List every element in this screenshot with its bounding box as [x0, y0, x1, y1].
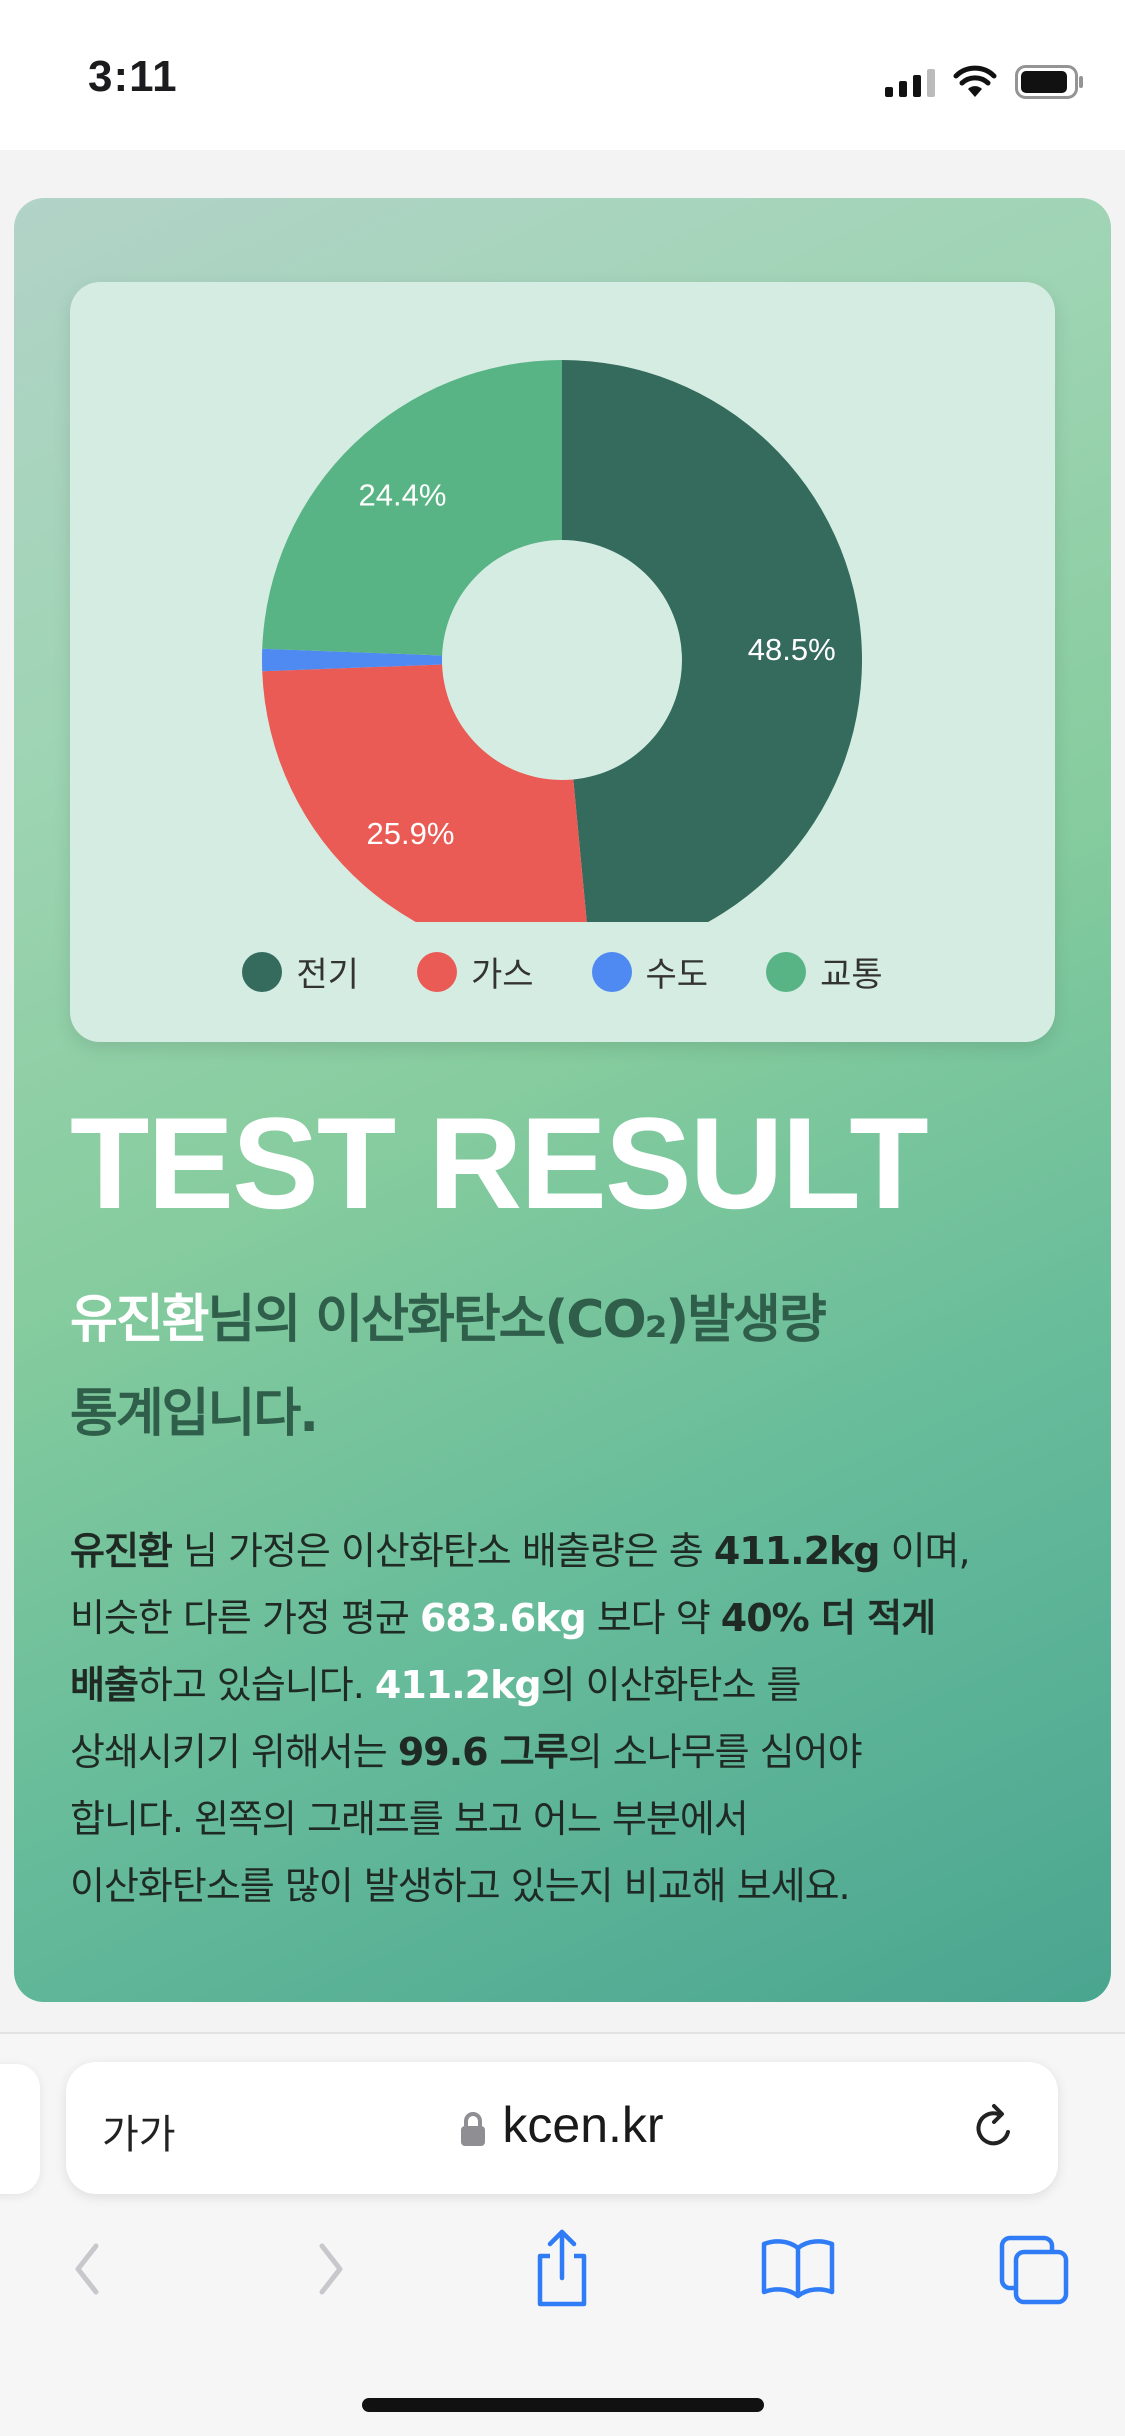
desc-text: 이산화탄소를 많이 발생하고 있는지 비교해 보세요. — [70, 1864, 851, 1908]
page-content: 48.5% 25.9% 24.4% 전기 가스 수도 교통 TEST RESULT 유진환… — [0, 150, 1125, 2032]
cellular-signal-icon — [885, 67, 935, 97]
desc-text: 의 이산화탄소 를 — [540, 1663, 802, 1707]
result-subtitle: 유진환님의 이산화탄소(CO₂)발생량 통계입니다. — [70, 1273, 1070, 1461]
desc-average: 683.6kg — [419, 1596, 587, 1640]
status-time: 3:11 — [88, 52, 178, 101]
slice-label-1: 48.5% — [748, 632, 836, 667]
legend-swatch — [242, 951, 283, 992]
status-bar: 3:11 — [0, 0, 1125, 150]
previous-tab-preview[interactable] — [0, 2064, 40, 2194]
chart-legend: 전기 가스 수도 교통 — [70, 947, 1055, 996]
share-icon[interactable] — [530, 2226, 594, 2310]
desc-emit: 배출 — [70, 1663, 139, 1707]
chart-panel: 48.5% 25.9% 24.4% 전기 가스 수도 교통 — [70, 282, 1055, 1042]
legend-swatch — [416, 951, 457, 992]
desc-text: 이며, — [879, 1529, 971, 1573]
desc-text: 합니다. 왼쪽의 그래프를 보고 어느 부분에서 — [70, 1797, 749, 1841]
user-name: 유진환 — [70, 1290, 210, 1350]
legend-item-4[interactable]: 교통 — [766, 947, 883, 996]
slice-label-2: 25.9% — [366, 816, 454, 851]
result-description: 유진환 님 가정은 이산화탄소 배출량은 총 411.2kg 이며, 비슷한 다… — [70, 1518, 1080, 1920]
legend-label: 교통 — [820, 955, 883, 995]
legend-item-1[interactable]: 전기 — [242, 947, 359, 996]
desc-name: 유진환 — [70, 1529, 173, 1573]
book-icon[interactable] — [760, 2234, 836, 2300]
desc-text: 비슷한 다른 가정 평균 — [70, 1596, 420, 1640]
desc-text: 보다 약 — [585, 1596, 721, 1640]
desc-text: 의 소나무를 심어야 — [567, 1730, 863, 1774]
result-title: TEST RESULT — [70, 1090, 929, 1236]
legend-label: 수도 — [645, 955, 709, 995]
desc-trees: 99.6 그루 — [397, 1730, 569, 1774]
lock-icon — [461, 2111, 486, 2146]
tabs-icon[interactable] — [998, 2234, 1070, 2306]
browser-toolbar — [0, 2229, 1125, 2354]
reload-icon[interactable] — [968, 2100, 1020, 2156]
donut-slice-2[interactable] — [262, 664, 590, 922]
chevron-right-icon[interactable] — [306, 2234, 354, 2304]
legend-label: 전기 — [296, 955, 359, 995]
desc-text: 상쇄시키기 위해서는 — [70, 1730, 398, 1774]
legend-item-3[interactable]: 수도 — [591, 947, 709, 996]
battery-icon — [1015, 65, 1083, 99]
desc-percent: 40% 더 적게 — [720, 1596, 936, 1640]
browser-bottom-bar: 가가 kcen.kr — [0, 2034, 1125, 2436]
url-text: kcen.kr — [502, 2097, 664, 2153]
desc-text: 하고 있습니다. — [137, 1663, 375, 1707]
legend-swatch — [766, 951, 807, 992]
desc-text: 님 가정은 이산화탄소 배출량은 총 — [171, 1529, 714, 1573]
result-card: 48.5% 25.9% 24.4% 전기 가스 수도 교통 TEST RESULT 유진환… — [14, 198, 1111, 2002]
wifi-icon — [953, 65, 997, 97]
status-icons — [885, 62, 1085, 102]
legend-item-2[interactable]: 가스 — [416, 947, 534, 996]
desc-total: 411.2kg — [713, 1529, 881, 1573]
address-bar[interactable]: 가가 kcen.kr — [66, 2062, 1058, 2194]
subtitle-text: 님의 이산화탄소(CO₂)발생량 — [207, 1290, 827, 1350]
subtitle-text-line2: 통계입니다. — [70, 1384, 319, 1444]
chevron-left-icon[interactable] — [64, 2234, 112, 2304]
url-display[interactable]: kcen.kr — [66, 2096, 1058, 2154]
legend-swatch — [591, 951, 632, 992]
legend-label: 가스 — [470, 955, 534, 995]
home-indicator — [362, 2398, 764, 2412]
donut-chart: 48.5% 25.9% 24.4% — [262, 360, 863, 922]
slice-label-4: 24.4% — [359, 477, 447, 512]
desc-total-2: 411.2kg — [374, 1663, 542, 1707]
